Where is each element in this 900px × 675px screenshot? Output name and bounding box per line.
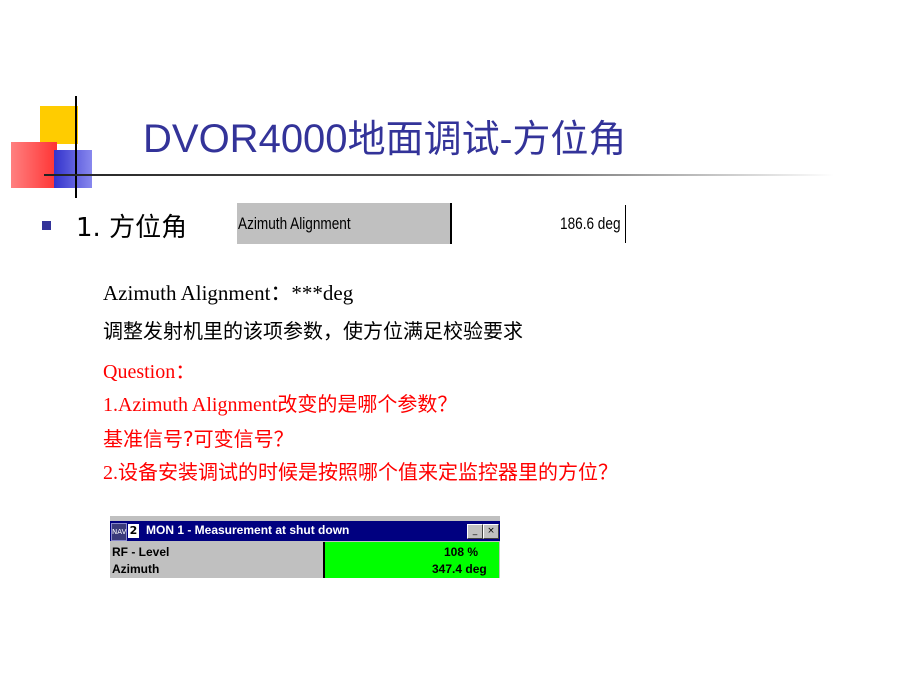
azimuth-divider [450, 203, 452, 244]
logo-vertical-line [75, 96, 77, 198]
question-2: 2.设备安装调试的时候是按照哪个值来定监控器里的方位？ [103, 462, 618, 484]
section-heading: 1. 方位角 [76, 207, 187, 244]
monitor-window-title: MON 1 - Measurement at shut down [146, 523, 350, 537]
minimize-button[interactable]: _ [467, 524, 483, 539]
title-cjk: 地面调试-方位角 [347, 117, 627, 161]
close-button[interactable]: × [483, 524, 499, 539]
title-underline [44, 174, 834, 176]
logo-yellow-square [40, 106, 78, 144]
rf-level-label: RF - Level [112, 545, 170, 559]
azimuth-value: 347.4 deg [432, 562, 487, 576]
bullet-square-icon [42, 221, 51, 230]
question-1b: 基准信号?可变信号？ [103, 427, 294, 451]
azimuth-label: Azimuth [112, 562, 160, 576]
title-latin: DVOR4000 [143, 117, 348, 161]
heading-number: 1. [76, 213, 101, 243]
window-number-badge: 2 [128, 524, 139, 538]
azimuth-alignment-label: Azimuth Alignment [238, 214, 351, 233]
azimuth-alignment-value: 186.6 deg [560, 214, 621, 233]
page-title: DVOR4000地面调试-方位角 [143, 108, 626, 163]
question-label: Question： [103, 361, 196, 383]
rf-level-value: 108 % [444, 545, 479, 559]
body-line-adjust: 调整发射机里的该项参数，使方位满足校验要求 [103, 319, 523, 343]
measurement-divider [323, 542, 325, 578]
logo-blue-square [54, 150, 92, 188]
body-line-azimuth: Azimuth Alignment：***deg [103, 281, 354, 305]
question-1: 1.Azimuth Alignment改变的是哪个参数？ [103, 394, 458, 416]
heading-text: 方位角 [109, 213, 188, 243]
azimuth-value-border [625, 205, 626, 243]
logo-red-square [11, 142, 57, 188]
nav-app-icon: NAV [111, 523, 127, 541]
